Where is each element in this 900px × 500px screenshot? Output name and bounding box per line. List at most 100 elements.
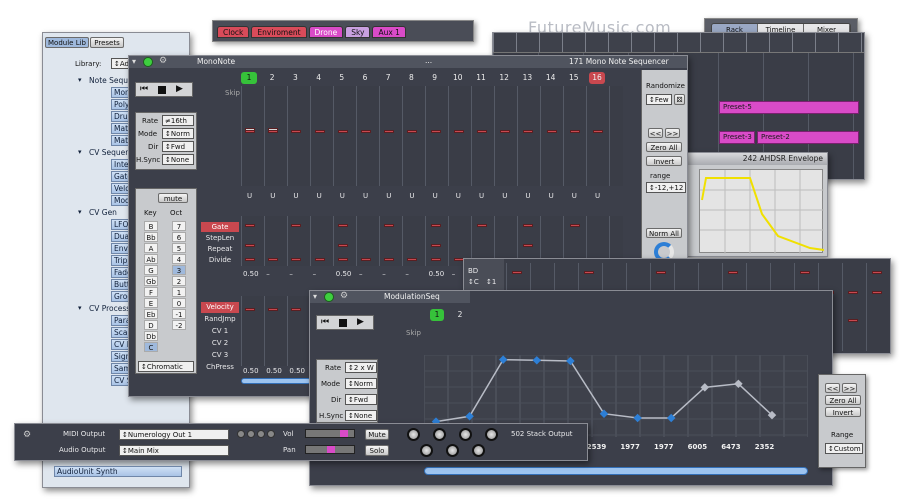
step-number-2[interactable]: 2 [453,309,467,321]
drum-step[interactable] [728,271,738,274]
u-marker[interactable]: U [409,192,414,200]
vol-slider[interactable] [305,429,355,438]
modulation-point[interactable] [532,356,542,365]
velocity-step[interactable] [291,308,302,311]
u-marker[interactable]: U [386,192,391,200]
shift-left-button[interactable]: << [825,383,840,393]
gate-step[interactable] [384,224,395,227]
key-bb[interactable]: Bb [144,232,158,242]
shift-right-button[interactable]: >> [842,383,857,393]
mute-button[interactable]: mute [158,193,188,203]
note-step[interactable] [546,130,557,133]
u-marker[interactable]: U [433,192,438,200]
modulation-point[interactable] [566,356,575,366]
invert-button[interactable]: Invert [825,407,861,417]
gate-step[interactable] [314,258,325,261]
step-number-8[interactable]: 8 [403,72,419,84]
gate-step[interactable] [523,244,534,247]
oct-3[interactable]: 3 [172,265,186,275]
rewind-icon[interactable]: ⏮ [140,84,148,94]
envelope-graph[interactable] [699,169,825,254]
range-select[interactable]: ↕-12,+12 [646,182,686,193]
step-number-15[interactable]: 15 [566,72,582,84]
send-knob-3[interactable] [459,428,472,441]
note-step[interactable] [477,130,487,133]
oct-4[interactable]: 4 [172,254,186,264]
note-step[interactable] [569,130,580,133]
oct-2[interactable]: 2 [172,276,186,286]
row-label-cv-2[interactable]: CV 2 [201,338,239,349]
collapse-icon[interactable]: ▾ [313,292,317,301]
u-marker[interactable]: U [572,192,577,200]
scale-select[interactable]: ↕Chromatic [138,361,194,372]
solo-button[interactable]: Solo [365,445,389,456]
key-e[interactable]: E [144,298,158,308]
randomize-amount-select[interactable]: ↕Few [646,94,672,105]
note-step[interactable] [361,130,371,133]
stop-icon[interactable] [339,319,347,327]
drum-step[interactable] [872,271,882,274]
note-step[interactable] [430,130,441,133]
row-label-chpress[interactable]: ChPress [201,362,239,373]
drum-step[interactable] [848,291,858,294]
step-number-9[interactable]: 9 [427,72,443,84]
row-label-velocity[interactable]: Velocity [201,302,239,313]
gate-step[interactable] [337,258,348,261]
note-step[interactable] [268,130,279,133]
gate-step[interactable] [361,258,371,261]
drum-step[interactable] [656,271,666,274]
key-eb[interactable]: Eb [144,309,158,319]
gate-step[interactable] [337,244,348,247]
drum-step[interactable] [800,271,810,274]
send-knob-5[interactable] [420,444,433,457]
note-step[interactable] [291,130,302,133]
rewind-icon[interactable]: ⏮ [321,317,329,327]
gate-step[interactable] [245,258,255,261]
oct-0[interactable]: 0 [172,298,186,308]
modulation-point[interactable] [633,413,642,423]
timeline-clip-preset-3[interactable]: Preset-3 [719,131,755,144]
note-step[interactable] [384,130,395,133]
tab-clock[interactable]: Clock [217,26,250,38]
invert-button[interactable]: Invert [646,156,682,166]
gate-step[interactable] [430,224,441,227]
row-label-steplen[interactable]: StepLen [201,233,239,243]
gate-step[interactable] [523,224,534,227]
step-number-4[interactable]: 4 [311,72,327,84]
gear-icon[interactable]: ⚙ [159,56,167,66]
u-marker[interactable]: U [270,192,275,200]
gate-step[interactable] [268,258,279,261]
key-gb[interactable]: Gb [144,276,158,286]
play-icon[interactable]: ▶ [176,84,183,94]
note-step[interactable] [593,130,603,133]
step-number-11[interactable]: 11 [473,72,489,84]
velocity-step[interactable] [268,308,279,311]
key-c[interactable]: C [144,342,158,352]
tab-sky[interactable]: Sky [345,26,371,38]
zero-all-button[interactable]: Zero All [825,395,861,405]
send-knob-4[interactable] [485,428,498,441]
note-step[interactable] [314,130,325,133]
disclosure-triangle-icon[interactable]: ▾ [78,75,82,86]
step-number-16[interactable]: 16 [589,72,605,84]
gear-icon[interactable]: ⚙ [23,430,31,440]
timeline-clip-preset-2[interactable]: Preset-2 [757,131,859,144]
oct-7[interactable]: 7 [172,221,186,231]
u-marker[interactable]: U [340,192,345,200]
note-step[interactable] [407,130,418,133]
key-ab[interactable]: Ab [144,254,158,264]
rate-select[interactable]: ↕2 x W [345,362,377,373]
row-label-cv-1[interactable]: CV 1 [201,326,239,337]
gate-step[interactable] [291,258,302,261]
power-icon[interactable] [143,57,153,67]
gate-step[interactable] [245,224,255,227]
step-number-10[interactable]: 10 [450,72,466,84]
u-marker[interactable]: U [293,192,298,200]
u-marker[interactable]: U [247,192,252,200]
drum-step[interactable] [512,271,522,274]
hsync-select[interactable]: ↕None [345,410,377,421]
step-number-6[interactable]: 6 [357,72,373,84]
drum-step[interactable] [872,291,882,294]
mode-select[interactable]: ↕Norm [345,378,377,389]
key-g[interactable]: G [144,265,158,275]
